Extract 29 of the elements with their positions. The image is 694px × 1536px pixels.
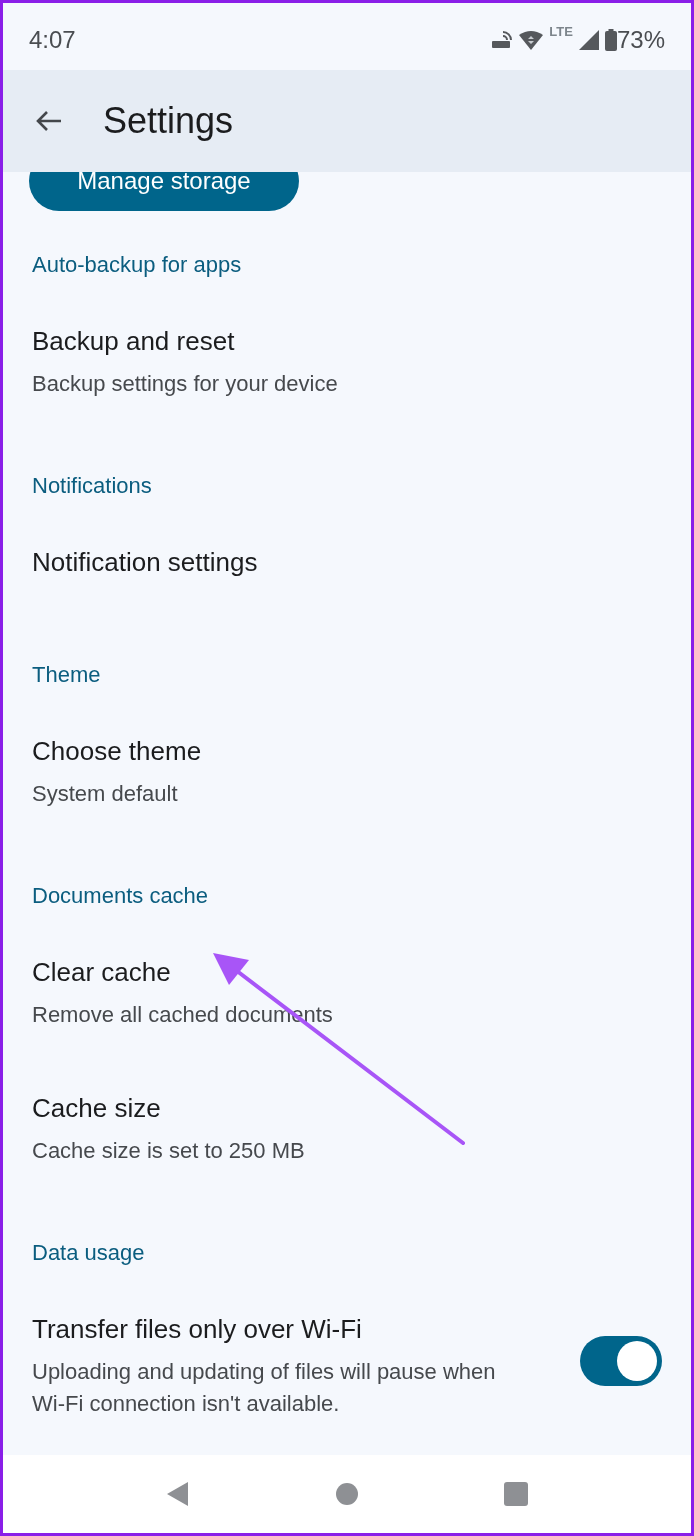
- status-time: 4:07: [29, 24, 76, 55]
- setting-description: Uploading and updating of files will pause when Wi-Fi connection isn't available.: [32, 1358, 497, 1418]
- section-header: Theme: [32, 660, 101, 689]
- section-header: Auto-backup for apps: [32, 250, 242, 279]
- call-signal-icon: [491, 29, 514, 50]
- setting-title: Transfer files only over Wi-Fi: [32, 1313, 363, 1346]
- setting-title: Clear cache: [32, 956, 172, 989]
- home-nav-icon[interactable]: [335, 1482, 359, 1506]
- setting-description: Backup settings for your device: [32, 370, 339, 398]
- setting-title: Backup and reset: [32, 325, 236, 358]
- section-header: Documents cache: [32, 881, 209, 910]
- section-header: Notifications: [32, 471, 152, 500]
- battery-percentage: 73%: [616, 24, 665, 55]
- setting-title: Notification settings: [32, 546, 259, 579]
- battery-icon: [604, 28, 617, 51]
- section-header: Data usage: [32, 1238, 145, 1267]
- back-nav-icon[interactable]: [165, 1481, 190, 1507]
- manage-storage-button[interactable]: Manage storage: [29, 172, 299, 211]
- wifi-icon: [519, 29, 544, 50]
- setting-title: Choose theme: [32, 735, 203, 768]
- back-arrow-icon: [35, 109, 63, 133]
- cell-signal-icon: [578, 29, 599, 50]
- setting-title: Cache size: [32, 1092, 162, 1125]
- toggle-switch[interactable]: [580, 1336, 662, 1386]
- setting-description: System default: [32, 780, 179, 808]
- app-bar-title: Settings: [103, 99, 234, 143]
- setting-description: Cache size is set to 250 MB: [32, 1137, 306, 1165]
- recents-nav-icon[interactable]: [504, 1482, 529, 1506]
- network-type-label: LTE: [549, 22, 573, 41]
